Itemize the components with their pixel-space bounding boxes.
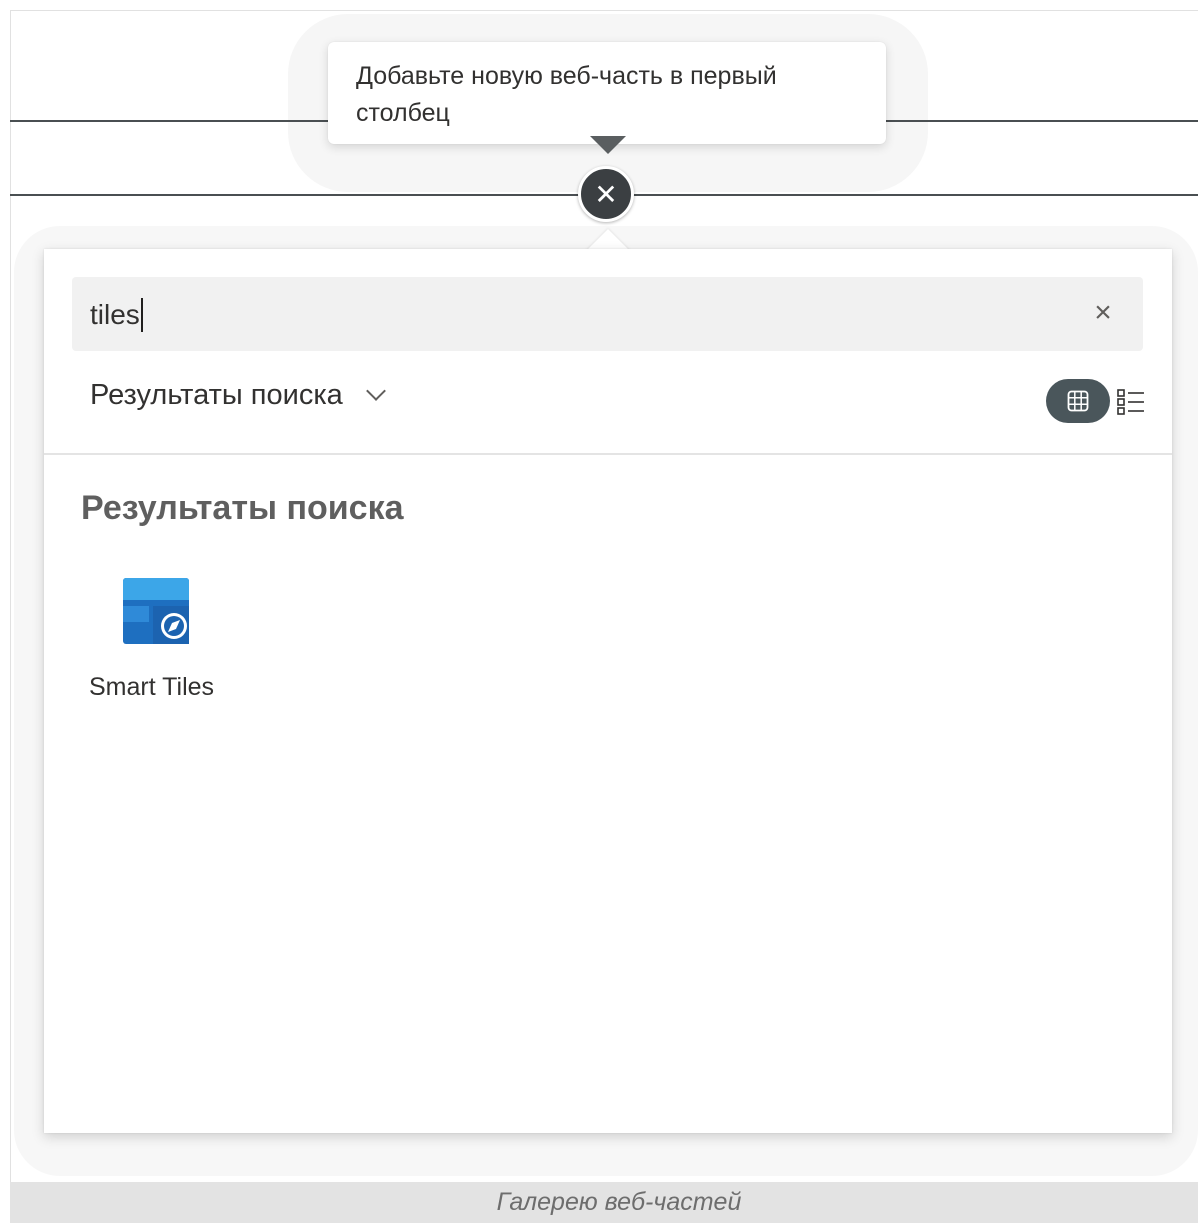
search-input-value: tiles	[90, 299, 140, 330]
results-section-title: Результаты поиска	[81, 489, 404, 527]
smart-tiles-icon	[123, 578, 189, 644]
add-webpart-tooltip: Добавьте новую веб-часть в первый столбе…	[328, 42, 886, 144]
toolbox-beak	[586, 229, 630, 251]
list-view-button[interactable]	[1116, 387, 1146, 417]
list-view-icon	[1117, 389, 1144, 415]
grid-view-button[interactable]	[1046, 379, 1110, 423]
close-icon: ×	[1094, 296, 1112, 329]
search-input[interactable]: tiles ×	[72, 277, 1143, 351]
category-dropdown[interactable]: Результаты поиска	[90, 375, 386, 415]
chevron-down-icon	[365, 381, 386, 401]
tooltip-text: Добавьте новую веб-часть в первый столбе…	[356, 62, 777, 127]
close-toolbox-button[interactable]: ✕	[578, 166, 634, 222]
close-icon: ✕	[594, 178, 618, 210]
webpart-tile-label: Smart Tiles	[89, 673, 215, 701]
text-caret	[140, 298, 143, 332]
webpart-toolbox-panel: tiles × Результаты поиска Результаты пои…	[44, 249, 1172, 1133]
category-dropdown-label: Результаты поиска	[90, 378, 343, 411]
caption-bar: Галерею веб-частей	[10, 1182, 1198, 1223]
figure-caption: Галерею веб-частей	[496, 1188, 742, 1216]
clear-search-button[interactable]: ×	[1089, 297, 1117, 329]
webpart-tile-smart-tiles[interactable]: Smart Tiles	[78, 569, 238, 709]
toolbox-divider	[44, 453, 1172, 455]
tooltip-beak	[590, 136, 626, 154]
grid-view-icon	[1067, 390, 1089, 412]
